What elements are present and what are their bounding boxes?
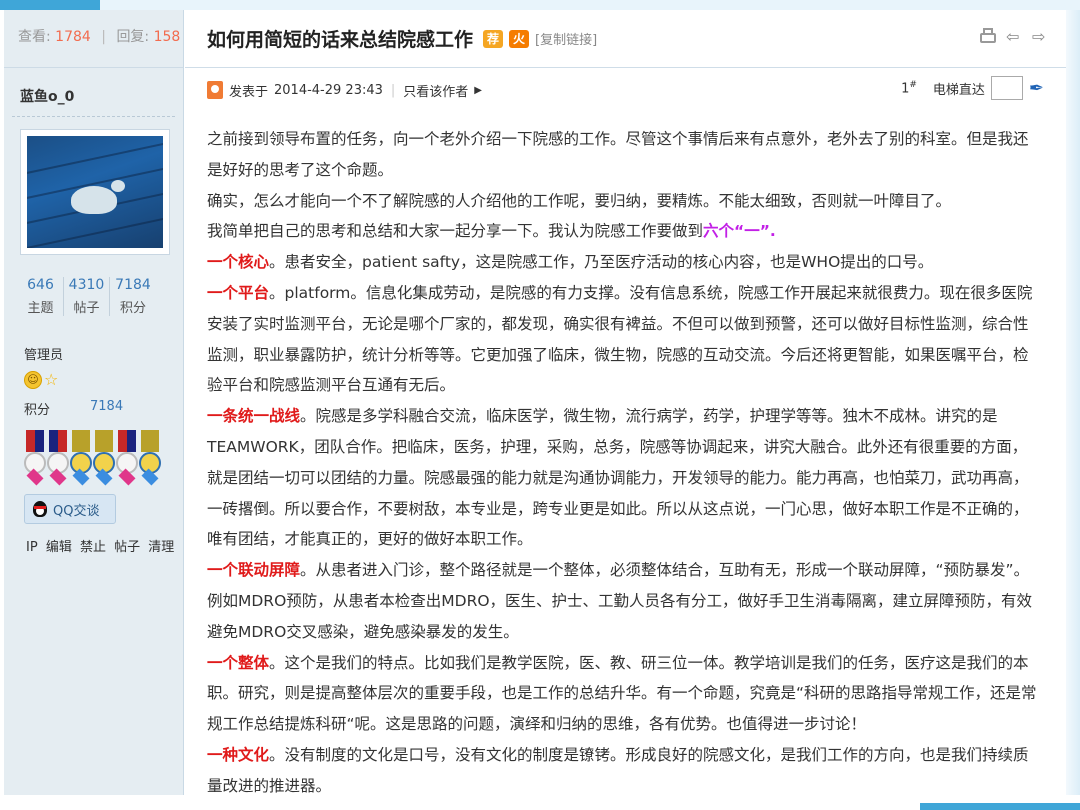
triangle-right-icon[interactable]: ▶ bbox=[474, 85, 482, 96]
only-author-link[interactable]: 只看该作者 bbox=[403, 81, 468, 100]
medal-icon[interactable] bbox=[116, 430, 138, 486]
author-name[interactable]: 蓝鱼o_0 bbox=[4, 68, 183, 108]
hot-badge-icon: 火 bbox=[509, 29, 530, 48]
section-heading: 一个联动屏障 bbox=[207, 561, 301, 580]
jump-pen-icon[interactable]: ✒ bbox=[1029, 78, 1044, 99]
replies-count: 158 bbox=[153, 29, 181, 45]
right-decoration bbox=[1066, 10, 1080, 810]
section-heading: 一个整体 bbox=[207, 653, 270, 672]
medal-icon[interactable] bbox=[139, 430, 161, 486]
smiley-icon: ☺ bbox=[24, 371, 42, 389]
recommend-badge-icon: 荐 bbox=[483, 29, 504, 48]
admin-link-edit[interactable]: 编辑 bbox=[46, 540, 72, 555]
posted-label: 发表于 bbox=[229, 84, 269, 100]
online-status-icon bbox=[207, 81, 223, 99]
admin-link-posts[interactable]: 帖子 bbox=[114, 540, 140, 555]
top-decoration bbox=[0, 0, 1080, 10]
medal-icon[interactable] bbox=[93, 430, 115, 486]
print-icon[interactable] bbox=[980, 28, 996, 46]
section-heading: 一种文化 bbox=[207, 745, 270, 764]
paragraph: 之前接到领导布置的任务，向一个老外介绍一下院感的工作。尽管这个事情后来有点意外，… bbox=[207, 130, 1029, 179]
avatar-frame[interactable] bbox=[20, 129, 170, 255]
prev-thread-icon[interactable]: ⇦ bbox=[1006, 28, 1022, 46]
title-tools: ⇦ ⇨ bbox=[980, 28, 1048, 46]
qq-penguin-icon bbox=[31, 499, 49, 519]
views-count: 1784 bbox=[55, 29, 91, 45]
paragraph: 一条统一战线。院感是多学科融合交流，临床医学，微生物，流行病学，药学，护理学等等… bbox=[207, 407, 1029, 549]
six-ones-highlight: 六个“一”. bbox=[703, 222, 776, 241]
post-main: 如何用简短的话来总结院感工作 荐 火 [复制链接] ⇦ ⇨ 发表于 2014-4… bbox=[185, 10, 1066, 795]
next-thread-icon[interactable]: ⇨ bbox=[1032, 28, 1048, 46]
stat-label: 积分 bbox=[119, 301, 146, 316]
replies-label: 回复: bbox=[116, 29, 150, 45]
qq-chat-button[interactable]: QQ交谈 bbox=[24, 494, 116, 524]
author-stats: 646 主题 4310 帖子 7184 积分 bbox=[4, 277, 183, 316]
avatar[interactable] bbox=[27, 136, 163, 248]
medal-icon[interactable] bbox=[47, 430, 69, 486]
qq-chat-label: QQ交谈 bbox=[53, 503, 100, 519]
author-sidebar: 查看: 1784 | 回复: 158 蓝鱼o_0 646 主题 4310 帖子 … bbox=[4, 10, 184, 795]
stats-divider: | bbox=[101, 29, 106, 45]
user-group[interactable]: 管理员 bbox=[4, 316, 183, 363]
admin-link-ip[interactable]: IP bbox=[26, 540, 38, 555]
posted-time: 2014-4-29 23:43 bbox=[274, 82, 383, 98]
section-heading: 一个平台 bbox=[207, 283, 270, 302]
stat-topics[interactable]: 646 主题 bbox=[18, 277, 64, 316]
views-label: 查看: bbox=[18, 29, 51, 45]
stat-value[interactable]: 646 bbox=[18, 277, 63, 293]
medal-icon[interactable] bbox=[70, 430, 92, 486]
paragraph: 一个平台。platform。信息化集成劳动，是院感的有力支撑。没有信息系统，院感… bbox=[207, 283, 1033, 395]
top-accent bbox=[0, 0, 100, 10]
medal-icon[interactable] bbox=[24, 430, 46, 486]
post-meta: 发表于 2014-4-29 23:43 | 只看该作者 ▶ 1# 电梯直达 ✒ bbox=[185, 68, 1066, 112]
stat-label: 主题 bbox=[27, 301, 54, 316]
avatar-whale-tail bbox=[111, 180, 125, 192]
paragraph: 一个整体。这个是我们的特点。比如我们是教学医院，医、教、研三位一体。教学培训是我… bbox=[207, 653, 1037, 734]
elevator-label: 电梯直达 bbox=[932, 82, 985, 98]
thread-stats: 查看: 1784 | 回复: 158 bbox=[4, 10, 183, 68]
section-heading: 一条统一战线 bbox=[207, 407, 301, 426]
avatar-plank-line bbox=[27, 138, 163, 176]
floor-number: 1# bbox=[901, 79, 917, 97]
meta-divider: | bbox=[390, 82, 396, 98]
thread-title-bar: 如何用简短的话来总结院感工作 荐 火 [复制链接] ⇦ ⇨ bbox=[185, 10, 1066, 68]
star-icon: ☆ bbox=[44, 370, 59, 389]
sidebar-divider bbox=[12, 116, 175, 117]
paragraph: 一个核心。患者安全，patient safty，这是院感工作，乃至医疗活动的核心… bbox=[207, 253, 934, 272]
stat-points[interactable]: 7184 积分 bbox=[110, 277, 156, 316]
medal-row bbox=[4, 418, 183, 486]
admin-link-clean[interactable]: 清理 bbox=[148, 540, 174, 555]
section-heading: 一个核心 bbox=[207, 253, 270, 272]
stat-posts[interactable]: 4310 帖子 bbox=[64, 277, 110, 316]
avatar-whale-figure bbox=[71, 186, 117, 214]
copy-link[interactable]: [复制链接] bbox=[535, 29, 597, 48]
stat-label: 帖子 bbox=[73, 301, 100, 316]
points-row: 积分 7184 bbox=[4, 389, 183, 418]
rank-icons: ☺ ☆ bbox=[4, 363, 183, 389]
paragraph: 一个联动屏障。从患者进入门诊，整个路径就是一个整体，必须整体结合，互助有无，形成… bbox=[207, 561, 1033, 641]
floor-navigation: 1# 电梯直达 ✒ bbox=[901, 76, 1044, 100]
stat-value[interactable]: 4310 bbox=[64, 277, 109, 293]
points-value: 7184 bbox=[90, 399, 124, 414]
floor-input[interactable] bbox=[990, 76, 1023, 100]
paragraph: 确实，怎么才能向一个不了解院感的人介绍他的工作呢，要归纳，要精炼。不能太细致，否… bbox=[207, 191, 952, 210]
stat-value[interactable]: 7184 bbox=[110, 277, 156, 293]
admin-link-ban[interactable]: 禁止 bbox=[80, 540, 106, 555]
points-label: 积分 bbox=[24, 403, 51, 418]
paragraph: 一种文化。没有制度的文化是口号，没有文化的制度是镣铐。形成良好的院感文化，是我们… bbox=[207, 745, 1029, 795]
admin-links: IP 编辑 禁止 帖子 清理 bbox=[4, 524, 183, 555]
post-content: 之前接到领导布置的任务，向一个老外介绍一下院感的工作。尽管这个事情后来有点意外，… bbox=[185, 112, 1066, 802]
thread-title: 如何用简短的话来总结院感工作 bbox=[207, 29, 474, 51]
bottom-accent bbox=[920, 803, 1080, 810]
paragraph: 我简单把自己的思考和总结和大家一起分享一下。我认为院感工作要做到六个“一”. bbox=[207, 222, 776, 241]
